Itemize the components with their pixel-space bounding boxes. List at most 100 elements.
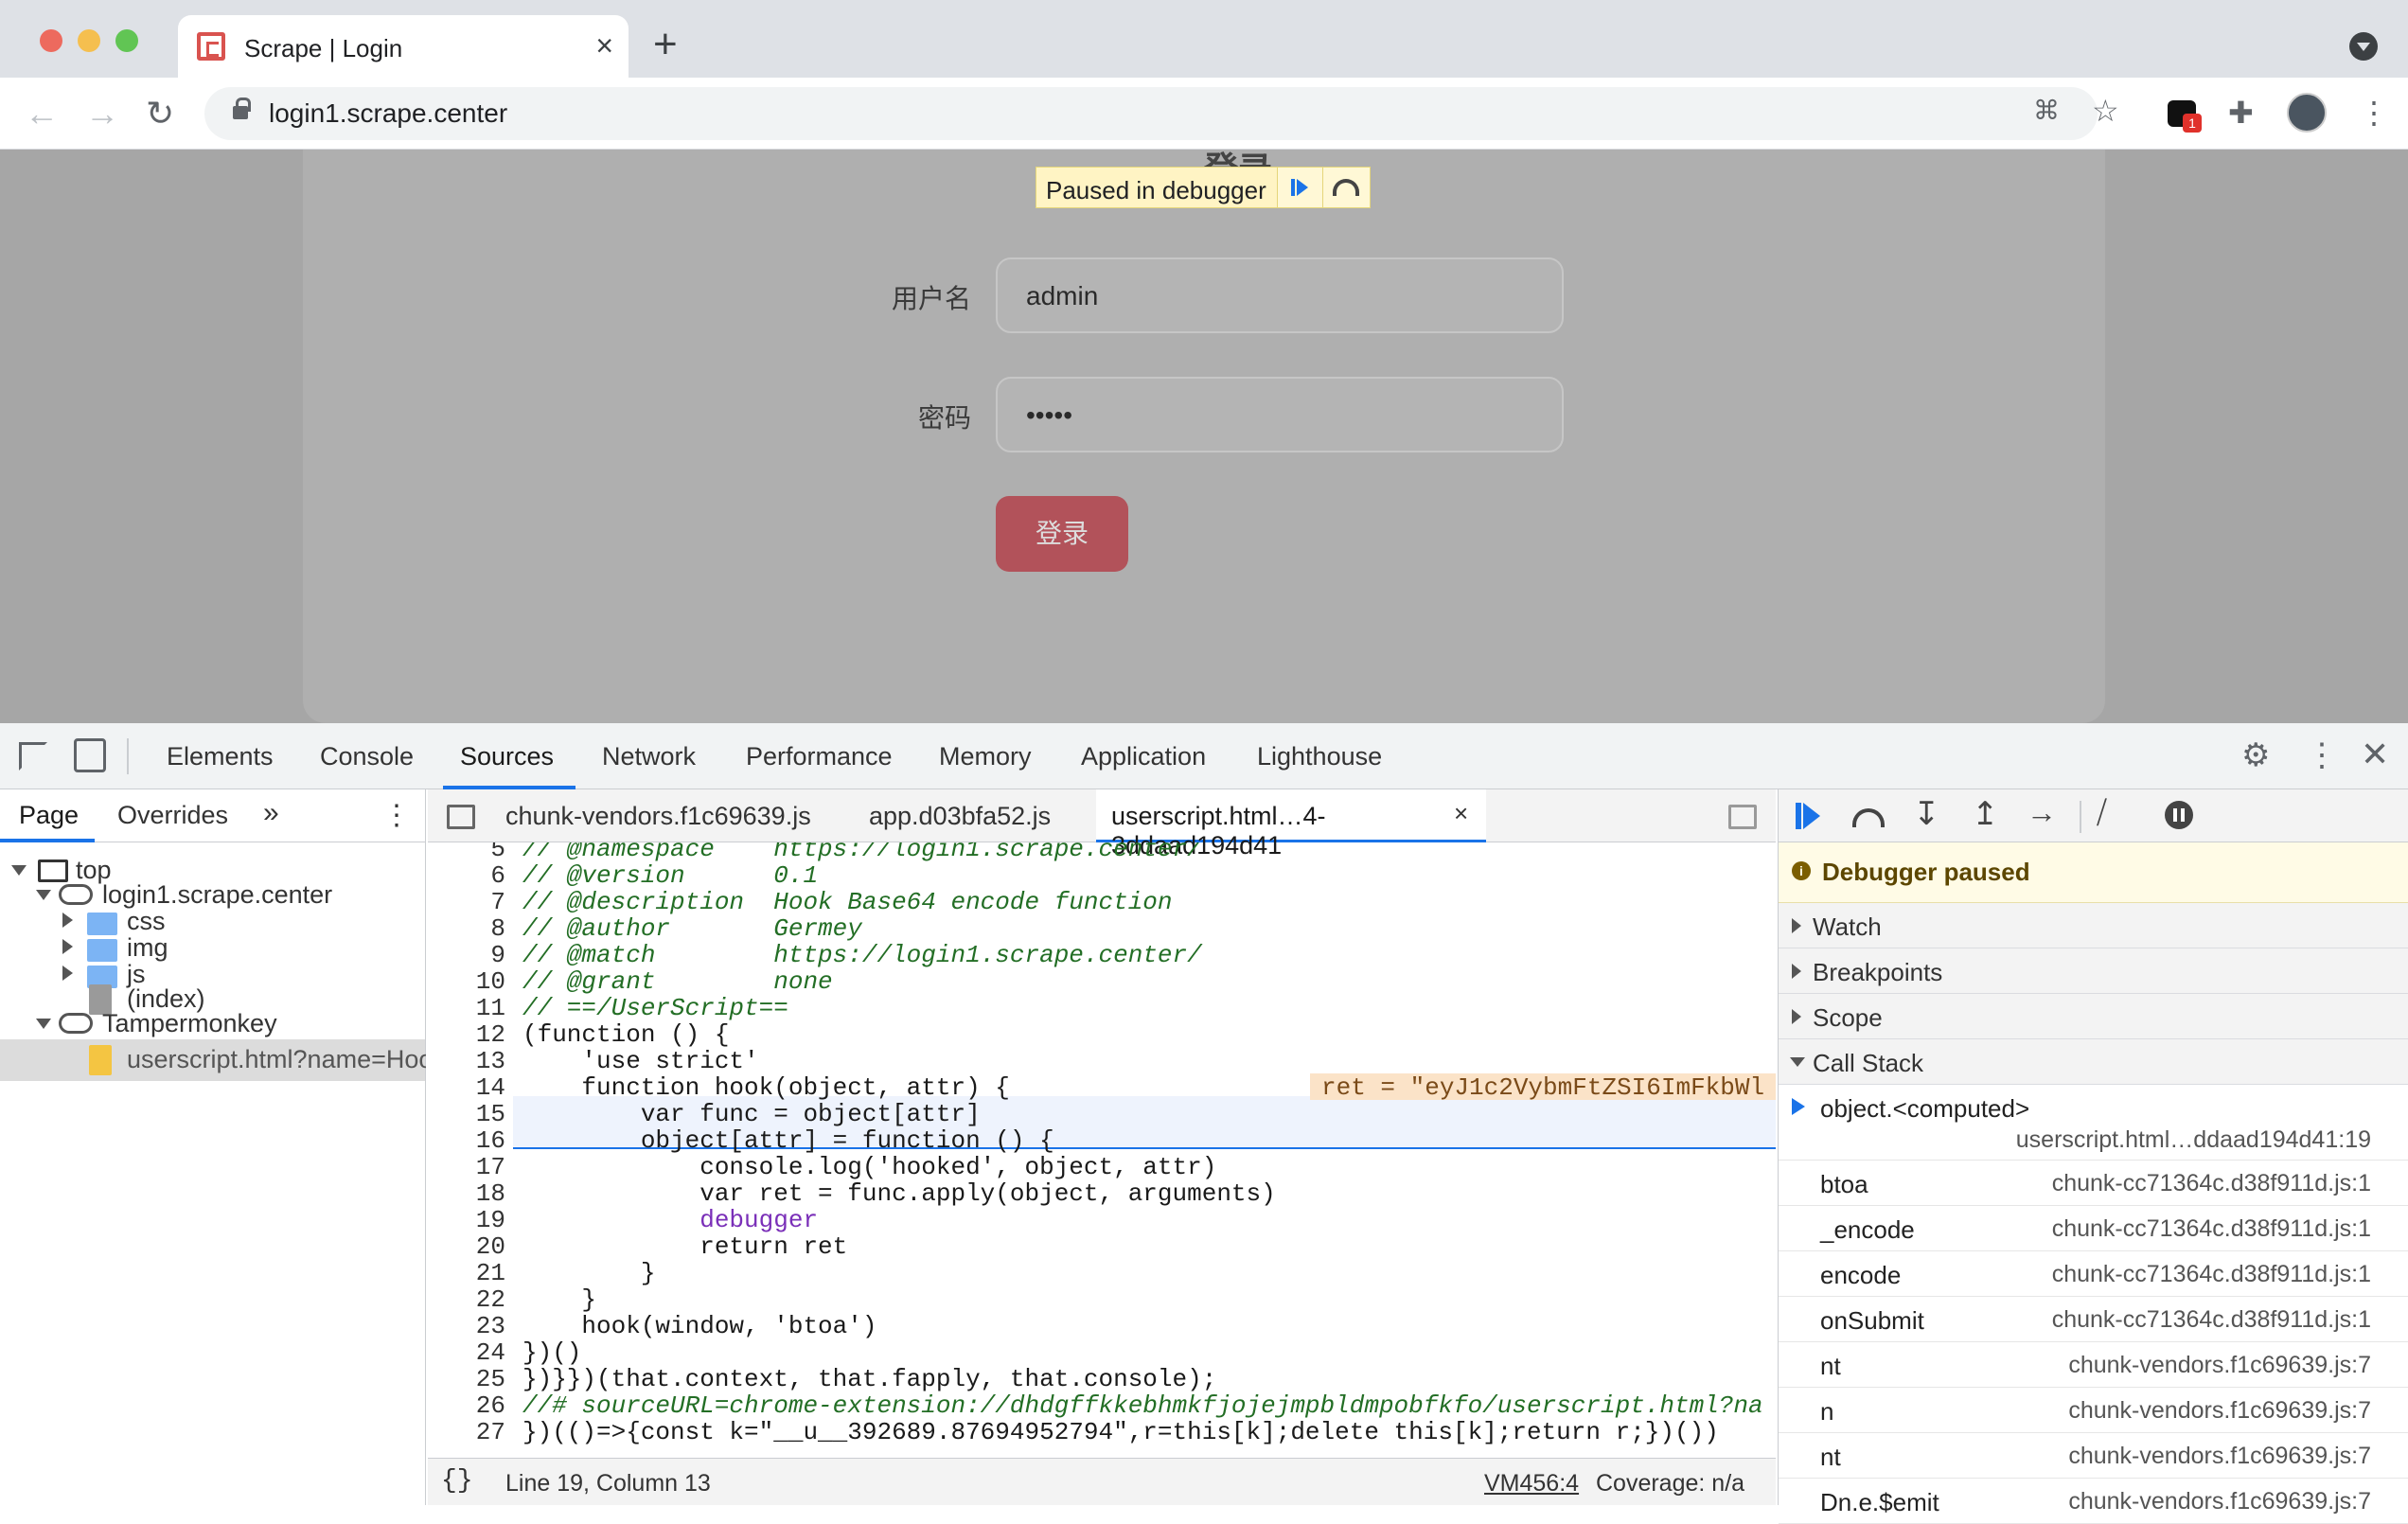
- line-number[interactable]: 11: [428, 994, 505, 1022]
- close-tab-icon[interactable]: ×: [595, 28, 613, 63]
- tree-domain[interactable]: login1.scrape.center: [102, 880, 332, 910]
- step-over-icon[interactable]: [1852, 808, 1885, 827]
- line-number[interactable]: 22: [428, 1285, 505, 1314]
- vm-link[interactable]: VM456:4: [1484, 1470, 1579, 1497]
- nav-tab-page[interactable]: Page: [19, 801, 79, 830]
- collapse-arrow-icon[interactable]: [62, 913, 73, 928]
- settings-gear-icon[interactable]: ⚙: [2241, 736, 2270, 774]
- line-number[interactable]: 26: [428, 1391, 505, 1420]
- code-view[interactable]: 5 // @namespace https://login1.scrape.cen…: [428, 842, 1776, 1458]
- close-devtools-icon[interactable]: ✕: [2361, 735, 2389, 774]
- tree-css[interactable]: css: [127, 907, 166, 936]
- tab-elements[interactable]: Elements: [167, 742, 274, 771]
- call-frame[interactable]: n chunk-vendors.f1c69639.js:7: [1779, 1388, 2408, 1433]
- tab-console[interactable]: Console: [320, 742, 414, 771]
- step-icon[interactable]: →: [2027, 795, 2057, 830]
- new-tab-button[interactable]: +: [653, 21, 678, 68]
- tab-application[interactable]: Application: [1081, 742, 1206, 771]
- device-toolbar-icon[interactable]: [74, 738, 106, 772]
- line-number[interactable]: 12: [428, 1020, 505, 1049]
- call-frame[interactable]: _encode chunk-cc71364c.d38f911d.js:1: [1779, 1206, 2408, 1251]
- call-frame[interactable]: btoa chunk-cc71364c.d38f911d.js:1: [1779, 1161, 2408, 1206]
- login-button[interactable]: 登录: [996, 496, 1128, 572]
- tree-userscript[interactable]: userscript.html?name=Hoo: [127, 1045, 426, 1074]
- tab-sources[interactable]: Sources: [460, 742, 554, 771]
- resume-icon[interactable]: [1796, 803, 1801, 829]
- line-number[interactable]: 19: [428, 1206, 505, 1234]
- close-window-button[interactable]: [40, 29, 62, 52]
- expand-arrow-icon[interactable]: [36, 1019, 51, 1029]
- maximize-window-button[interactable]: [115, 29, 138, 52]
- devtools-more-icon[interactable]: ⋮: [2306, 736, 2338, 774]
- expand-arrow-icon[interactable]: [11, 865, 27, 876]
- back-icon[interactable]: ←: [25, 95, 59, 133]
- bookmark-star-icon[interactable]: ☆: [2092, 93, 2119, 129]
- collapse-arrow-icon[interactable]: [62, 966, 73, 981]
- expand-arrow-icon[interactable]: [36, 890, 51, 900]
- line-number[interactable]: 8: [428, 914, 505, 943]
- pretty-print-icon[interactable]: {}: [441, 1466, 473, 1496]
- browser-tab[interactable]: Scrape | Login ×: [178, 15, 629, 80]
- close-tab-icon[interactable]: ×: [1454, 799, 1468, 828]
- tree-img[interactable]: img: [127, 933, 168, 963]
- deactivate-breakpoints-icon[interactable]: ⧸: [2097, 795, 2107, 831]
- line-number[interactable]: 15: [428, 1100, 505, 1128]
- call-frame-current[interactable]: object.<computed> userscript.html…ddaad1…: [1779, 1085, 2408, 1161]
- line-number[interactable]: 24: [428, 1338, 505, 1367]
- pause-on-exceptions-icon[interactable]: [2165, 801, 2193, 829]
- reload-icon[interactable]: ↻: [146, 95, 174, 133]
- forward-icon[interactable]: →: [85, 95, 119, 133]
- call-frame[interactable]: nt chunk-vendors.f1c69639.js:7: [1779, 1342, 2408, 1388]
- line-number[interactable]: 20: [428, 1232, 505, 1261]
- puzzle-icon[interactable]: ✚: [2228, 95, 2254, 131]
- line-number[interactable]: 10: [428, 967, 505, 996]
- username-input[interactable]: admin: [996, 257, 1564, 333]
- line-number[interactable]: 6: [428, 861, 505, 890]
- navigator-menu-icon[interactable]: ⋮: [382, 799, 411, 832]
- password-input[interactable]: •••••: [996, 377, 1564, 452]
- step-into-icon[interactable]: ↧: [1913, 795, 1940, 833]
- tab-lighthouse[interactable]: Lighthouse: [1257, 742, 1382, 771]
- line-number[interactable]: 16: [428, 1126, 505, 1155]
- inspect-element-icon[interactable]: [19, 742, 47, 771]
- collapse-arrow-icon[interactable]: [62, 939, 73, 954]
- breakpoints-section[interactable]: Breakpoints: [1779, 948, 2408, 994]
- step-out-icon[interactable]: ↥: [1972, 795, 1999, 833]
- selected-file-row[interactable]: userscript.html?name=Hoo: [0, 1039, 426, 1081]
- line-number[interactable]: 23: [428, 1312, 505, 1340]
- call-frame[interactable]: Dn.e.$emit chunk-vendors.f1c69639.js:7: [1779, 1479, 2408, 1524]
- call-frame[interactable]: nt chunk-vendors.f1c69639.js:7: [1779, 1433, 2408, 1479]
- line-number[interactable]: 21: [428, 1259, 505, 1287]
- line-number[interactable]: 9: [428, 941, 505, 969]
- toggle-navigator-icon[interactable]: [447, 805, 475, 829]
- line-number[interactable]: 18: [428, 1179, 505, 1208]
- line-number[interactable]: 14: [428, 1073, 505, 1102]
- translate-icon[interactable]: ⌘: [2033, 95, 2060, 126]
- avatar[interactable]: [2287, 93, 2327, 133]
- watch-section[interactable]: Watch: [1779, 903, 2408, 948]
- extension-icon[interactable]: 1: [2168, 100, 2202, 133]
- line-number[interactable]: 5: [428, 842, 505, 863]
- step-over-button[interactable]: [1322, 168, 1370, 207]
- line-number[interactable]: 27: [428, 1418, 505, 1446]
- minimize-window-button[interactable]: [78, 29, 100, 52]
- resume-arrow-icon[interactable]: [1803, 803, 1820, 829]
- call-frame[interactable]: encode chunk-cc71364c.d38f911d.js:1: [1779, 1251, 2408, 1297]
- editor-tab-app[interactable]: app.d03bfa52.js: [869, 802, 1051, 831]
- nav-tab-overrides[interactable]: Overrides: [117, 801, 228, 830]
- scope-section[interactable]: Scope: [1779, 994, 2408, 1039]
- more-tabs-icon[interactable]: »: [263, 797, 279, 829]
- tab-performance[interactable]: Performance: [746, 742, 893, 771]
- more-menu-icon[interactable]: ⋮: [2359, 95, 2389, 131]
- tab-search-icon[interactable]: [2349, 32, 2378, 61]
- line-number[interactable]: 25: [428, 1365, 505, 1393]
- tab-memory[interactable]: Memory: [939, 742, 1032, 771]
- tree-tampermonkey[interactable]: Tampermonkey: [102, 1009, 277, 1038]
- line-number[interactable]: 7: [428, 888, 505, 916]
- call-stack-section[interactable]: Call Stack: [1779, 1039, 2408, 1085]
- resume-button[interactable]: [1277, 168, 1322, 207]
- line-number[interactable]: 13: [428, 1047, 505, 1075]
- editor-tab-vendors[interactable]: chunk-vendors.f1c69639.js: [505, 802, 811, 831]
- address-bar[interactable]: login1.scrape.center ⌘: [204, 87, 2098, 140]
- call-frame[interactable]: onSubmit chunk-cc71364c.d38f911d.js:1: [1779, 1297, 2408, 1342]
